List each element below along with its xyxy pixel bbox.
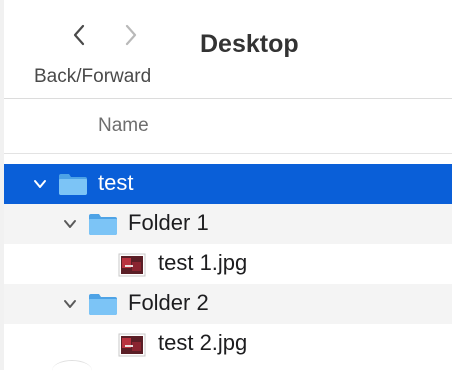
image-thumbnail-icon [118, 333, 146, 357]
scroll-indicator [52, 360, 92, 381]
row-label: test 1.jpg [158, 250, 248, 275]
disclosure-toggle[interactable] [62, 216, 78, 232]
chevron-down-icon [64, 220, 76, 228]
folder-icon [89, 214, 117, 235]
list-row-test-2-jpg[interactable]: test 2.jpg [4, 324, 452, 364]
image-thumbnail-icon [118, 253, 146, 277]
nav-label: Back/Forward [34, 66, 152, 87]
row-label: Folder 1 [128, 210, 209, 235]
list-row-folder-2[interactable]: Folder 2 [4, 284, 452, 324]
finder-window: Back/Forward Desktop Name test Folder 1 … [4, 0, 452, 370]
window-title: Desktop [200, 30, 299, 58]
forward-button[interactable] [116, 20, 146, 50]
chevron-down-icon [64, 300, 76, 308]
folder-icon [89, 294, 117, 315]
list-row-test[interactable]: test [4, 164, 452, 204]
column-header-bar: Name [4, 99, 452, 153]
row-label: Folder 2 [128, 290, 209, 315]
chevron-down-icon [34, 180, 46, 188]
row-label: test 2.jpg [158, 330, 248, 355]
row-label: test [98, 170, 134, 195]
chevron-right-icon [125, 24, 137, 46]
list-row-folder-1[interactable]: Folder 1 [4, 204, 452, 244]
disclosure-toggle[interactable] [62, 296, 78, 312]
folder-icon [59, 174, 87, 195]
list-row-test-1-jpg[interactable]: test 1.jpg [4, 244, 452, 284]
column-header-name[interactable]: Name [98, 115, 149, 137]
disclosure-toggle[interactable] [32, 176, 48, 192]
column-header-divider [4, 153, 452, 154]
toolbar: Back/Forward Desktop [4, 0, 452, 98]
back-button[interactable] [64, 20, 94, 50]
chevron-left-icon [73, 24, 85, 46]
